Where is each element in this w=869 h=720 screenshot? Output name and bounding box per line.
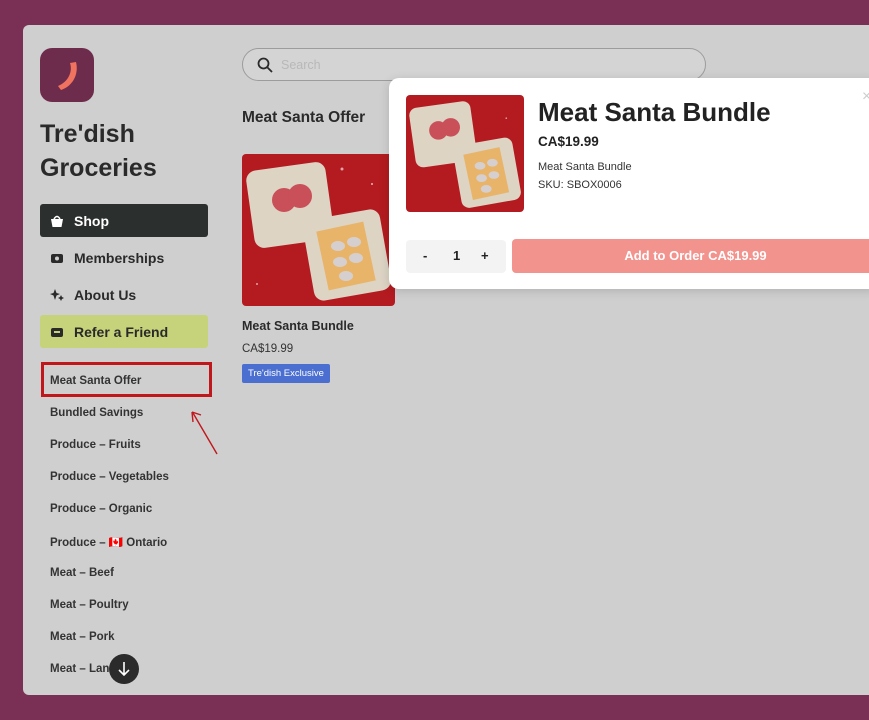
basket-icon xyxy=(50,214,64,228)
add-to-order-button[interactable]: Add to Order CA$19.99 xyxy=(512,239,869,273)
category-meat-beef[interactable]: Meat – Beef xyxy=(50,567,114,579)
nav-refer-label: Refer a Friend xyxy=(74,323,169,340)
nav-memberships-label: Memberships xyxy=(74,249,165,266)
nav-about-button[interactable]: About Us xyxy=(40,278,208,311)
gift-card-icon xyxy=(50,325,64,339)
search-icon xyxy=(257,57,273,73)
annotation-arrow-icon xyxy=(191,411,218,455)
product-image[interactable] xyxy=(242,154,395,306)
modal-title: Meat Santa Bundle xyxy=(538,97,771,127)
category-meat-pork[interactable]: Meat – Pork xyxy=(50,631,115,643)
search-placeholder: Search xyxy=(281,58,321,72)
brand-logo[interactable] xyxy=(40,48,94,102)
sparkle-icon xyxy=(50,288,64,302)
category-produce-ontario[interactable]: Produce – 🇨🇦 Ontario xyxy=(50,535,167,549)
scroll-down-button[interactable] xyxy=(109,654,139,684)
modal-product-image xyxy=(406,95,524,212)
quantity-stepper: - 1 + xyxy=(406,240,506,273)
qty-decrease-button[interactable]: - xyxy=(423,248,427,263)
category-meat-poultry[interactable]: Meat – Poultry xyxy=(50,599,129,611)
qty-value[interactable]: 1 xyxy=(453,248,460,263)
product-name[interactable]: Meat Santa Bundle xyxy=(242,319,354,333)
ticket-icon xyxy=(50,251,64,265)
exclusive-badge: Tre'dish Exclusive xyxy=(242,364,330,383)
logo-mark-icon xyxy=(58,62,77,90)
modal-sku: SKU: SBOX0006 xyxy=(538,179,622,191)
nav-memberships-button[interactable]: Memberships xyxy=(40,241,208,274)
category-produce-vegetables[interactable]: Produce – Vegetables xyxy=(50,471,169,483)
category-produce-fruits[interactable]: Produce – Fruits xyxy=(50,439,141,451)
close-icon[interactable]: × xyxy=(862,88,869,106)
product-price: CA$19.99 xyxy=(242,343,294,355)
nav-shop-button[interactable]: Shop xyxy=(40,204,208,237)
category-meat-lamb[interactable]: Meat – Lan xyxy=(50,663,109,675)
search-bar[interactable]: Search xyxy=(242,48,706,81)
product-modal: Meat Santa Bundle CA$19.99 Meat Santa Bu… xyxy=(389,78,869,289)
category-bundled-savings[interactable]: Bundled Savings xyxy=(50,407,143,419)
qty-increase-button[interactable]: + xyxy=(481,248,489,263)
annotation-highlight-box xyxy=(41,362,212,397)
category-produce-organic[interactable]: Produce – Organic xyxy=(50,503,152,515)
modal-price: CA$19.99 xyxy=(538,134,599,149)
brand-name-line1: Tre'dish xyxy=(40,120,135,148)
nav-about-label: About Us xyxy=(74,286,137,303)
section-title: Meat Santa Offer xyxy=(242,109,366,126)
nav-refer-button[interactable]: Refer a Friend xyxy=(40,315,208,348)
modal-description: Meat Santa Bundle xyxy=(538,161,632,173)
arrow-down-icon xyxy=(118,662,130,677)
brand-name-line2: Groceries xyxy=(40,154,157,182)
brand-name: Tre'dish Groceries xyxy=(40,117,220,185)
nav-shop-label: Shop xyxy=(74,212,109,229)
